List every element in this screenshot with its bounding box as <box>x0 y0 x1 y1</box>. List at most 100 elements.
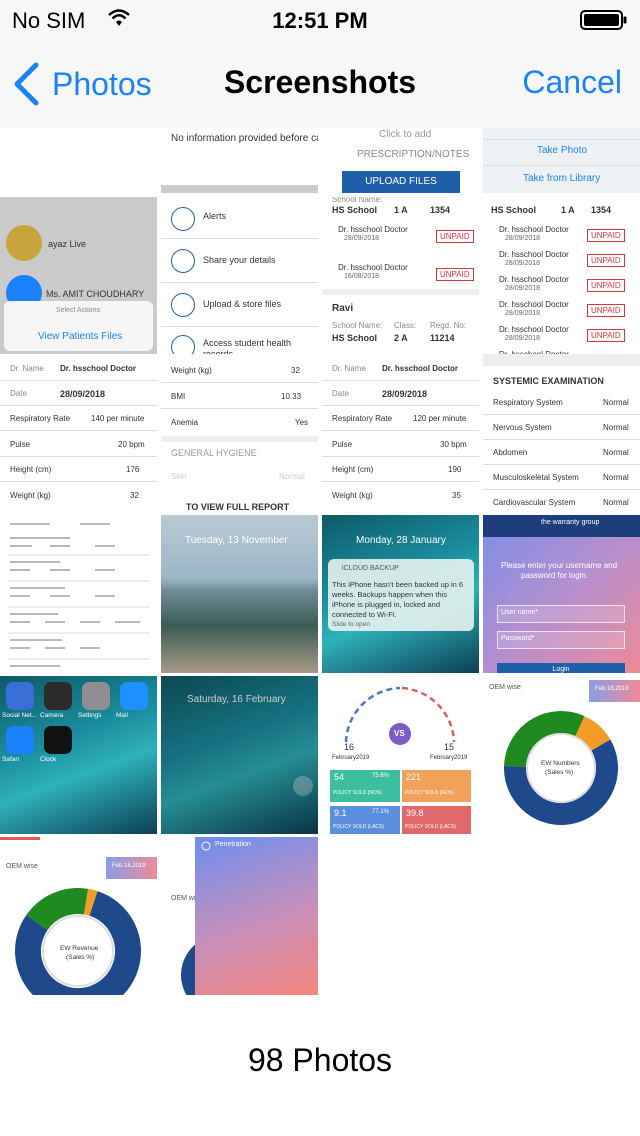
thumb-text: Yes <box>295 418 309 427</box>
photo-thumbnail[interactable]: OEM wise Feb 18,2019 EW Numbers (Sales %… <box>483 676 640 834</box>
exam-label: Nervous System <box>493 423 552 432</box>
donut-chart <box>15 888 141 995</box>
photo-count: 98 Photos <box>247 1042 393 1078</box>
thumb-text: 176 <box>126 465 140 474</box>
thumb-text: No information provided before call. <box>171 133 318 144</box>
thumb-text: HS School <box>491 205 537 215</box>
photo-thumbnail[interactable] <box>0 515 157 673</box>
photo-count-footer: 98 Photos <box>0 998 640 1136</box>
photo-thumbnail[interactable]: the warranty group Please enter your use… <box>483 515 640 673</box>
thumb-text: 1354 <box>591 205 612 215</box>
photo-thumbnail[interactable]: No information provided before call. <box>161 128 318 193</box>
thumb-text: Monday, 28 January <box>356 535 446 546</box>
thumb-text: Dr. hsschool Doctor <box>382 364 459 373</box>
photo-thumbnail[interactable]: Dr. Name Dr. hsschool Doctor Date 28/09/… <box>0 354 157 512</box>
app-icon <box>44 726 72 754</box>
photo-thumbnail[interactable]: Weight (kg) 32 BMI 10.33 Anemia Yes GENE… <box>161 354 318 512</box>
app-label: Safari <box>2 756 19 763</box>
thumb-text: 1 A <box>394 205 408 215</box>
thumb-text: 16/08/2018 <box>344 273 380 280</box>
cancel-button[interactable]: Cancel <box>522 64 622 101</box>
thumb-text: 10.33 <box>281 392 302 401</box>
status-time: 12:51 PM <box>272 8 368 33</box>
exam-value: Normal <box>603 398 629 407</box>
photo-thumbnail[interactable]: School Name: HS School 1 A 1354 Dr. hssc… <box>322 197 479 355</box>
thumb-text: Click to add <box>379 129 432 140</box>
thumb-text: 20 bpm <box>118 440 145 449</box>
photo-thumbnail[interactable]: Click to add PRESCRIPTION/NOTES UPLOAD F… <box>322 128 479 193</box>
photo-thumbnail[interactable]: SYSTEMIC EXAMINATION Respiratory System N… <box>483 354 640 512</box>
photo-thumbnail[interactable]: Tuesday, 13 November <box>161 515 318 673</box>
exam-value: Normal <box>603 448 629 457</box>
thumb-text: OEM wise <box>6 863 38 870</box>
app-label: Social Net... <box>2 712 38 719</box>
thumb-text: 9.1 <box>334 808 347 818</box>
thumb-text: 2 A <box>394 333 408 343</box>
photo-thumbnail[interactable]: Social Net... Camera Settings Mail Safari Clo… <box>0 676 157 834</box>
thumb-text: POLICY SOLD (NOS) <box>405 790 454 796</box>
unpaid-badge: UNPAID <box>587 279 625 292</box>
thumb-text: 221 <box>406 772 422 782</box>
photo-thumbnail[interactable] <box>0 128 157 193</box>
app-icon <box>44 682 72 710</box>
doctor-name: Dr. hsschool Doctor <box>499 300 569 309</box>
thumb-text: Dr. Name <box>332 364 366 373</box>
thumb-text: 54 <box>334 772 345 782</box>
thumb-text: 32 <box>291 366 300 375</box>
thumb-text: Weight (kg) <box>171 366 212 375</box>
thumb-text: 1354 <box>430 205 451 215</box>
thumb-text: Take Photo <box>537 145 588 156</box>
thumb-text: Regd. No: <box>430 321 467 330</box>
thumb-text: 28/09/2018 <box>382 389 428 399</box>
thumb-text: 28/09/2018 <box>344 235 380 242</box>
doctor-name: Dr. hsschool Doctor <box>499 275 569 284</box>
photo-thumbnail[interactable]: Alerts Share your details Upload & store… <box>161 197 318 355</box>
thumb-text: Normal <box>279 472 305 481</box>
thumb-text: Weight (kg) <box>10 491 51 500</box>
thumb-text: HS School <box>332 205 378 215</box>
app-label: Settings <box>78 712 102 719</box>
exam-value: Normal <box>603 498 629 507</box>
thumb-text: Dr. hsschool Doctor <box>338 225 408 234</box>
battery-icon <box>580 10 627 30</box>
unpaid-badge: UNPAID <box>587 304 625 317</box>
photo-thumbnail[interactable]: OEM wise Feb 18,2019 EW Revenue (Sales %… <box>0 837 157 995</box>
photo-grid: No information provided before call. Cli… <box>0 128 640 998</box>
exam-label: Respiratory System <box>493 398 563 407</box>
navigation-bar: Photos Screenshots Cancel <box>0 40 640 128</box>
doctor-name: Dr. hsschool Doctor <box>499 250 569 259</box>
thumb-text: February2019 <box>332 755 370 761</box>
thumb-text: Feb 18,2019 <box>595 686 629 692</box>
thumb-text: (Sales %) <box>66 954 95 961</box>
thumb-text: Please enter your username and <box>501 561 618 570</box>
photo-thumbnail[interactable]: Monday, 28 January iCLOUD BACKUP This iP… <box>322 515 479 673</box>
thumb-text: 1 A <box>561 205 575 215</box>
photo-thumbnail[interactable]: HS School 1 A 1354 Dr. hsschool Doctor 28… <box>483 197 640 355</box>
thumb-text: HS School <box>332 333 378 343</box>
visit-date: 28/09/2018 <box>505 310 541 317</box>
thumb-text: Respiratory Rate <box>10 414 71 423</box>
thumb-text: 11214 <box>430 333 455 343</box>
exam-value: Normal <box>603 473 629 482</box>
thumb-text: Dr. hsschool Doctor <box>60 364 137 373</box>
photo-thumbnail[interactable]: VS 16 15 February2019 February2019 54 75… <box>322 676 479 834</box>
photo-thumbnail[interactable]: Dr. Name Dr. hsschool Doctor Date 28/09/… <box>322 354 479 512</box>
photo-thumbnail[interactable]: Take Photo Take from Library <box>483 128 640 193</box>
thumb-text: Anemia <box>171 418 199 427</box>
thumb-text: Height (cm) <box>10 465 52 474</box>
exam-label: Musculoskeletal System <box>493 473 579 482</box>
photo-thumbnail[interactable]: Saturday, 16 February <box>161 676 318 834</box>
visit-date: 28/09/2018 <box>505 260 541 267</box>
photo-thumbnail[interactable]: ayaz Live Ms. AMIT CHOUDHARY Select Acti… <box>0 197 157 355</box>
doctor-name: Dr. hsschool Doctor <box>499 225 569 234</box>
thumb-text: BMI <box>171 392 186 401</box>
app-label: Clock <box>40 756 57 763</box>
thumb-text: 190 <box>448 465 462 474</box>
exam-value: Normal <box>603 423 629 432</box>
thumb-text: February2019 <box>430 755 468 761</box>
thumb-text: Take from Library <box>523 173 601 184</box>
app-label: Camera <box>40 712 64 719</box>
photo-thumbnail[interactable]: OEM wi Penetration <box>161 837 318 995</box>
app-icon <box>6 682 34 710</box>
thumb-text: EW Revenue <box>60 945 99 952</box>
